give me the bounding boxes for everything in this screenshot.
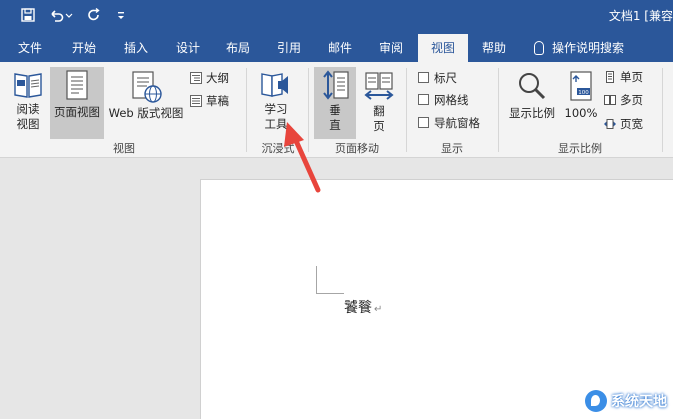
nav-pane-checkbox[interactable]: 导航窗格 — [418, 113, 480, 133]
one-page-button[interactable]: 单页 — [604, 67, 643, 87]
ribbon: 阅读 视图 页面视图 Web 版式视图 大纲 草稿 视图 学习 工具 沉浸式 垂… — [0, 62, 673, 158]
ribbon-separator — [498, 68, 499, 152]
ruler-label: 标尺 — [434, 71, 457, 85]
document-page[interactable]: 饕餮 ↵ — [200, 179, 673, 419]
checkbox-box[interactable] — [418, 117, 429, 128]
watermark-icon — [585, 390, 607, 412]
zoom-group-label: 显示比例 — [558, 142, 602, 155]
gridlines-checkbox[interactable]: 网格线 — [418, 90, 469, 110]
watermark-logo: 系统天地 — [585, 390, 667, 413]
undo-icon[interactable] — [48, 8, 74, 26]
learning-tools-button[interactable]: 学习 工具 — [252, 68, 300, 138]
magnifier-icon — [519, 73, 546, 100]
tab-layout[interactable]: 布局 — [216, 34, 260, 62]
zoom-100-label: 100% — [564, 106, 598, 120]
side-to-side-label-1: 翻 — [373, 104, 385, 118]
outline-button[interactable]: 大纲 — [190, 68, 229, 88]
customize-qat-icon[interactable] — [114, 8, 128, 26]
lightbulb-icon — [534, 40, 544, 55]
document-text: 饕餮 — [344, 300, 372, 316]
title-bar: 文档1 [兼容 — [0, 0, 673, 34]
checkbox-box[interactable] — [418, 72, 429, 83]
zoom-100-icon: 100 — [570, 71, 592, 101]
learning-tools-label-2: 工具 — [264, 117, 288, 131]
tell-me-search[interactable]: 操作说明搜索 — [534, 34, 624, 62]
svg-text:100: 100 — [578, 90, 589, 96]
zoom-label: 显示比例 — [509, 106, 555, 120]
page-width-button[interactable]: 页宽 — [604, 114, 643, 134]
redo-icon[interactable] — [84, 7, 104, 26]
vertical-icon — [323, 70, 349, 100]
vertical-label-1: 垂 — [329, 103, 341, 117]
watermark-text: 系统天地 — [611, 394, 667, 410]
tab-mailings[interactable]: 邮件 — [318, 34, 362, 62]
read-mode-label-1: 阅读 — [16, 102, 40, 116]
checkbox-box[interactable] — [418, 94, 429, 105]
views-group-label: 视图 — [113, 142, 135, 155]
tell-me-label: 操作说明搜索 — [552, 41, 625, 55]
ribbon-tabs: 文件 开始 插入 设计 布局 引用 邮件 审阅 视图 帮助 操作说明搜索 — [0, 34, 673, 62]
side-to-side-label-2: 页 — [373, 119, 385, 133]
web-layout-label: Web 版式视图 — [108, 106, 184, 120]
tab-view[interactable]: 视图 — [418, 34, 468, 62]
read-mode-label-2: 视图 — [16, 117, 40, 131]
tab-home[interactable]: 开始 — [62, 34, 106, 62]
paragraph-mark: ↵ — [374, 304, 383, 315]
vertical-label-2: 直 — [329, 118, 341, 132]
draft-icon — [190, 94, 202, 107]
tab-references[interactable]: 引用 — [267, 34, 311, 62]
tab-insert[interactable]: 插入 — [114, 34, 158, 62]
multiple-pages-icon — [604, 94, 616, 105]
nav-pane-label: 导航窗格 — [434, 116, 480, 130]
outline-label: 大纲 — [206, 71, 229, 85]
zoom-button[interactable]: 显示比例 — [504, 68, 560, 138]
tab-review[interactable]: 审阅 — [369, 34, 413, 62]
ribbon-separator — [406, 68, 407, 152]
tab-file[interactable]: 文件 — [8, 34, 52, 62]
ruler-checkbox[interactable]: 标尺 — [418, 68, 457, 88]
print-layout-label: 页面视图 — [54, 105, 100, 119]
page-movement-group-label: 页面移动 — [335, 142, 379, 155]
margin-corner-mark — [316, 293, 344, 294]
tab-design[interactable]: 设计 — [166, 34, 210, 62]
word-window: 文档1 [兼容 文件 开始 插入 设计 布局 引用 邮件 审阅 视图 帮助 操作… — [0, 0, 673, 419]
tab-help[interactable]: 帮助 — [472, 34, 516, 62]
learning-tools-label-1: 学习 — [264, 102, 288, 116]
document-area: 饕餮 ↵ — [0, 159, 673, 419]
draft-button[interactable]: 草稿 — [190, 91, 229, 111]
ribbon-separator — [662, 68, 663, 152]
print-layout-button[interactable]: 页面视图 — [50, 67, 104, 139]
immersive-group-label: 沉浸式 — [261, 142, 295, 155]
ribbon-separator — [246, 68, 247, 152]
page-width-label: 页宽 — [620, 117, 643, 131]
one-page-label: 单页 — [620, 70, 643, 84]
web-layout-button[interactable]: Web 版式视图 — [106, 68, 186, 138]
one-page-icon — [606, 70, 614, 83]
read-mode-icon — [14, 73, 42, 98]
multiple-pages-label: 多页 — [620, 93, 643, 107]
outline-icon — [190, 71, 202, 84]
save-icon[interactable] — [18, 8, 38, 26]
zoom-100-button[interactable]: 100 100% — [562, 68, 600, 138]
margin-corner-mark — [316, 266, 317, 294]
multiple-pages-button[interactable]: 多页 — [604, 90, 643, 110]
vertical-button[interactable]: 垂 直 — [314, 67, 356, 139]
print-layout-icon — [66, 70, 88, 100]
page-width-icon — [604, 118, 616, 129]
draft-label: 草稿 — [206, 94, 229, 108]
document-title: 文档1 [兼容 — [608, 9, 673, 23]
ribbon-separator — [308, 68, 309, 152]
document-body-text[interactable]: 饕餮 ↵ — [344, 297, 382, 317]
show-group-label: 显示 — [441, 142, 463, 155]
read-mode-button[interactable]: 阅读 视图 — [8, 68, 48, 138]
side-to-side-icon — [364, 72, 394, 100]
gridlines-label: 网格线 — [434, 93, 469, 107]
side-to-side-button[interactable]: 翻 页 — [358, 68, 400, 138]
web-layout-icon — [132, 71, 162, 103]
learning-tools-icon — [261, 73, 288, 97]
